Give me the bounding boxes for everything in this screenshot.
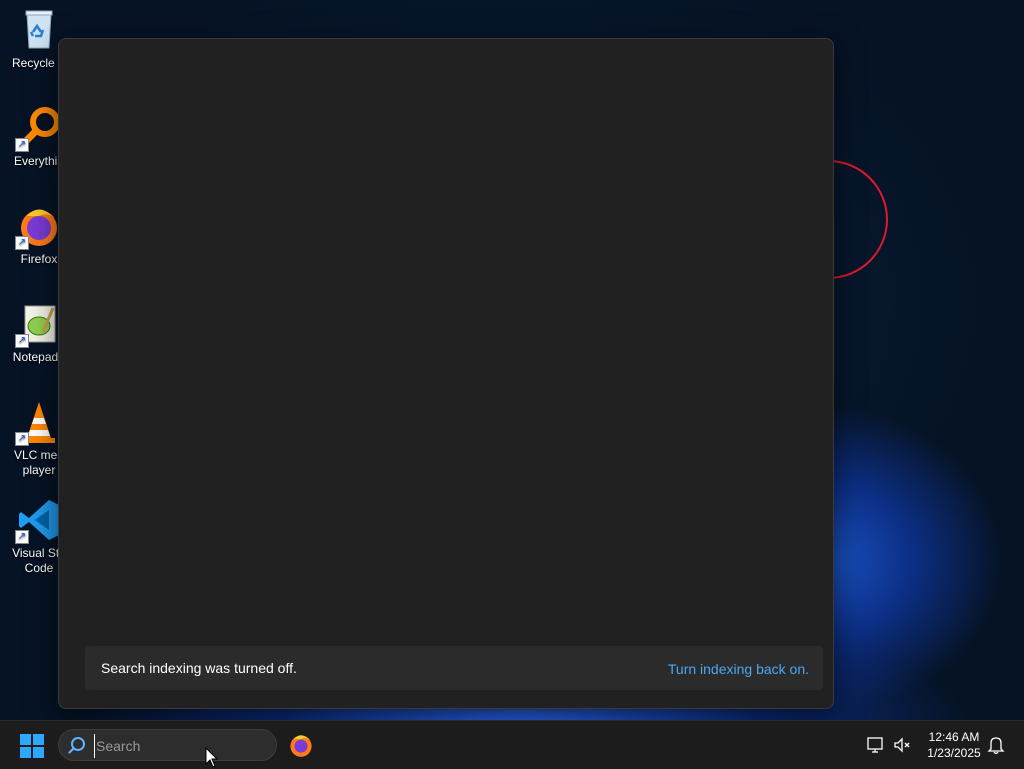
vlc-icon: ↗: [15, 400, 61, 446]
notepad-plus-plus-icon: ↗: [15, 302, 61, 348]
clock-date: 1/23/2025: [927, 746, 981, 760]
mouse-cursor-icon: [205, 747, 219, 768]
shortcut-arrow-icon: ↗: [15, 530, 29, 544]
notification-bell-icon[interactable]: [987, 735, 1005, 755]
recycle-bin-icon: [17, 8, 61, 52]
shortcut-arrow-icon: ↗: [15, 432, 29, 446]
windows-logo-icon: [20, 734, 44, 758]
turn-indexing-on-link[interactable]: Turn indexing back on.: [668, 661, 809, 677]
vscode-icon: ↗: [15, 498, 61, 544]
start-button[interactable]: [20, 734, 44, 758]
indexing-notice-text: Search indexing was turned off.: [101, 660, 297, 676]
taskbar-firefox-button[interactable]: [288, 732, 314, 758]
taskbar-clock[interactable]: 12:46 AM 1/23/2025: [918, 729, 990, 761]
firefox-icon: ↗: [15, 204, 61, 250]
firefox-icon: [290, 735, 312, 757]
clock-time: 12:46 AM: [928, 730, 980, 744]
search-flyout: Search indexing was turned off. Turn ind…: [58, 38, 834, 709]
shortcut-arrow-icon: ↗: [15, 138, 29, 152]
taskbar-search-box[interactable]: [58, 729, 277, 761]
search-input[interactable]: [94, 734, 268, 758]
search-icon: [68, 737, 85, 754]
shortcut-arrow-icon: ↗: [15, 236, 29, 250]
network-display-icon[interactable]: [866, 735, 886, 755]
everything-search-icon: ↗: [15, 106, 61, 152]
shortcut-arrow-icon: ↗: [15, 334, 29, 348]
taskbar: 12:46 AM 1/23/2025: [0, 720, 1024, 769]
speaker-muted-icon[interactable]: [892, 735, 912, 755]
indexing-notice: Search indexing was turned off. Turn ind…: [85, 646, 823, 690]
